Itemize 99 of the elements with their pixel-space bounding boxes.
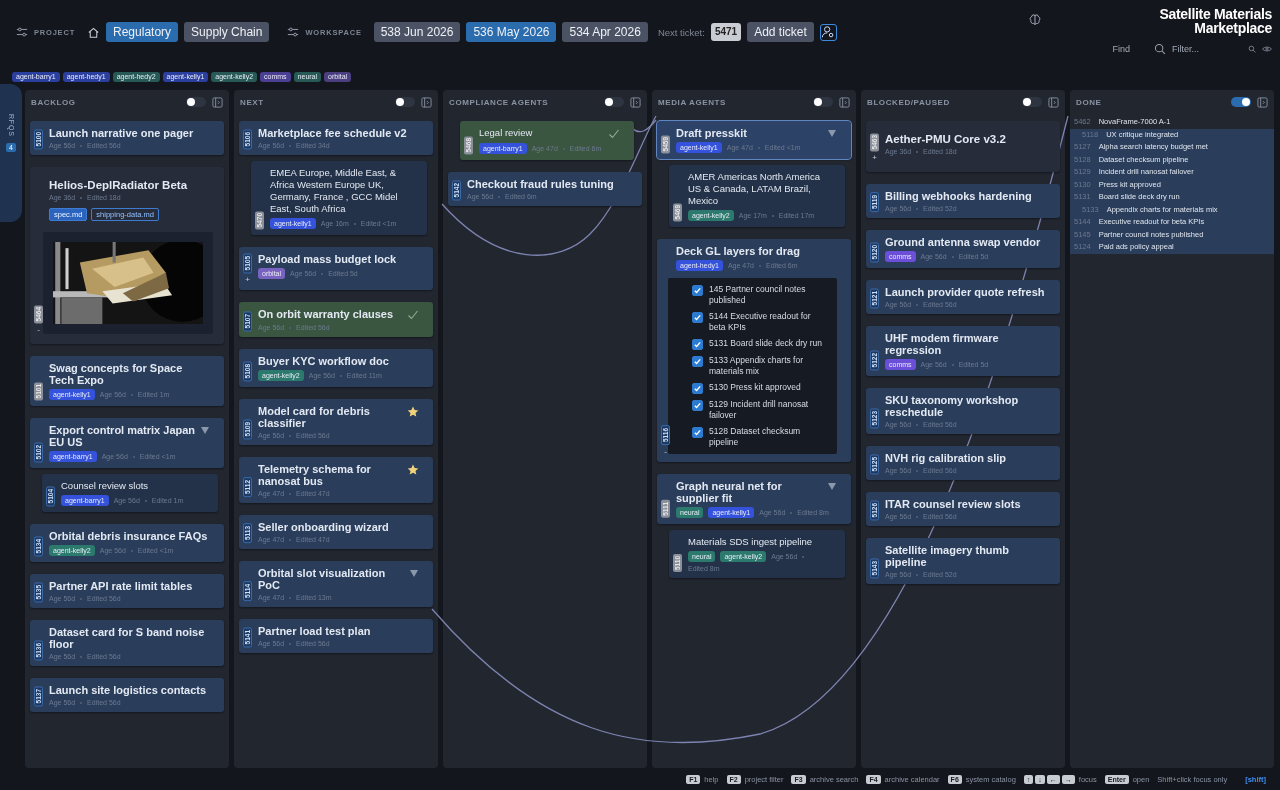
ticket-title: Aether-PMU Core v3.2 — [885, 133, 1007, 145]
ticket-title: Orbital debris insurance FAQs — [49, 530, 209, 542]
checkbox[interactable] — [692, 312, 703, 323]
column-title: MEDIA AGENTS — [658, 97, 727, 107]
collapse-icon[interactable] — [1257, 96, 1268, 108]
collapse-icon[interactable] — [212, 96, 223, 108]
column-title: BLOCKED/PAUSED — [867, 97, 951, 107]
caret-icon[interactable] — [827, 481, 837, 491]
next-ticket-label: Next ticket: — [657, 26, 705, 38]
collapse-icon[interactable] — [839, 96, 850, 108]
collapse-icon[interactable] — [630, 96, 641, 108]
column-title: BACKLOG — [31, 97, 77, 107]
column-title: COMPLIANCE AGENTS — [449, 97, 550, 107]
ticket-title: Ground antenna swap vendor — [885, 236, 1042, 249]
checklist-item: 5144 Executive readout for beta KPIs — [709, 311, 812, 333]
ticket-title: Draft presskit — [676, 127, 748, 139]
ticket-title: Materials SDS ingest pipeline — [688, 536, 814, 548]
checklist-item: 5128 Dataset checksum pipeline — [709, 426, 802, 448]
ticket-title: UHF modem firmware regression — [885, 332, 1000, 357]
toggle-switch[interactable] — [1022, 97, 1042, 107]
eye-icon[interactable] — [1262, 45, 1272, 53]
caret-icon[interactable] — [200, 425, 210, 435]
workspace-button[interactable]: 538 Jun 2026 — [373, 22, 461, 42]
expand-toggle[interactable]: - — [664, 448, 667, 456]
collapse-icon[interactable] — [421, 96, 432, 108]
checklist-item: 5130 Press kit approved — [709, 382, 801, 393]
ticket-title: Partner API rate limit tables — [49, 580, 194, 592]
app-title: Satellite Materials Marketplace — [1158, 7, 1272, 35]
checkbox[interactable] — [692, 400, 703, 411]
home-icon[interactable] — [87, 25, 101, 39]
next-ticket-number: 5471 — [710, 23, 742, 41]
checkbox[interactable] — [692, 383, 703, 394]
ticket-title: Launch narrative one pager — [49, 127, 195, 139]
project-button[interactable]: Regulatory — [106, 22, 179, 42]
project-button[interactable]: Supply Chain — [184, 22, 270, 42]
ticket-title: Graph neural net for supplier fit — [676, 480, 783, 504]
workspace-button[interactable]: 536 May 2026 — [466, 22, 557, 42]
ticket-title: Helios-DeplRadiator Beta — [49, 179, 189, 191]
ticket-title: Checkout fraud rules tuning — [467, 178, 615, 190]
user-settings-button[interactable] — [819, 23, 837, 41]
expand-toggle[interactable]: + — [245, 276, 250, 285]
ticket-title: Model card for debris classifier — [258, 405, 371, 430]
checklist-item: 5133 Appendix charts for materials mix — [709, 355, 805, 377]
collapse-icon[interactable] — [1048, 96, 1059, 108]
search-icon — [1154, 43, 1166, 55]
toggle-switch[interactable] — [395, 97, 415, 107]
ticket-title: Marketplace fee schedule v2 — [258, 127, 408, 139]
checkbox[interactable] — [692, 285, 703, 296]
ticket-title: NVH rig calibration slip — [885, 452, 1008, 465]
checklist-item: 5131 Board slide deck dry run — [709, 338, 822, 349]
filter-icon[interactable] — [16, 26, 28, 38]
ticket-title: Deck GL layers for drag — [676, 245, 801, 257]
ticket-title: Launch provider quote refresh — [885, 286, 1046, 299]
column-title: NEXT — [240, 97, 265, 107]
expand-toggle[interactable]: + — [872, 154, 877, 163]
brain-icon[interactable] — [1028, 13, 1043, 27]
check-icon — [608, 128, 620, 140]
ticket-title: Dataset card for S band noise floor — [49, 626, 206, 650]
workspace-button[interactable]: 534 Apr 2026 — [562, 22, 648, 42]
toggle-switch[interactable] — [813, 97, 833, 107]
ticket-title: SKU taxonomy workshop reschedule — [885, 394, 1020, 419]
ticket-title: Seller onboarding wizard — [258, 521, 390, 534]
ticket-title: Counsel review slots — [61, 480, 150, 492]
find-label: Find — [1112, 44, 1130, 54]
filter-field[interactable]: Filter... — [1172, 44, 1242, 54]
ticket-title: Buyer KYC workflow doc — [258, 355, 390, 368]
ticket-title: Telemetry schema for nanosat bus — [258, 463, 372, 488]
add-ticket-button[interactable]: Add ticket — [747, 22, 814, 42]
ticket-title: Launch site logistics contacts — [49, 684, 208, 696]
ticket-card[interactable] — [657, 239, 851, 462]
ticket-title: Satellite imagery thumb pipeline — [885, 544, 1011, 569]
check-icon — [407, 309, 419, 322]
ticket-title: Partner load test plan — [258, 625, 372, 638]
star-icon[interactable] — [407, 406, 419, 419]
checklist-item: 5129 Incident drill nanosat failover — [709, 399, 810, 421]
filter-icon[interactable] — [287, 26, 300, 38]
ticket-title: EMEA Europe, Middle East, & Africa Western Europe UK, Germany, France , GCC Midel East, South Africa — [270, 167, 399, 215]
ticket-title: Legal review — [479, 127, 534, 139]
toggle-switch[interactable] — [1231, 97, 1251, 107]
ticket-title: Payload mass budget lock — [258, 253, 398, 265]
checkbox[interactable] — [692, 339, 703, 350]
ticket-title: Billing webhooks hardening — [885, 190, 1033, 203]
ticket-title: AMER Americas North America US & Canada, LATAM Brazil, Mexico — [688, 171, 821, 207]
toggle-switch[interactable] — [604, 97, 624, 107]
checkbox[interactable] — [692, 427, 703, 438]
caret-icon[interactable] — [409, 568, 419, 579]
caret-icon[interactable] — [827, 128, 837, 138]
ticket-title: Orbital slot visualization PoC — [258, 567, 387, 592]
checkbox[interactable] — [692, 356, 703, 367]
ticket-title: Export control matrix Japan EU US — [49, 424, 196, 448]
ticket-title: Swag concepts for Space Tech Expo — [49, 362, 184, 386]
column-title: DONE — [1076, 97, 1103, 107]
checklist-item: 145 Partner council notes published — [709, 284, 807, 306]
star-icon[interactable] — [407, 464, 419, 477]
toggle-switch[interactable] — [186, 97, 206, 107]
ticket-title: On orbit warranty clauses — [258, 308, 395, 321]
expand-toggle[interactable]: - — [37, 326, 40, 334]
ticket-title: ITAR counsel review slots — [885, 498, 1022, 511]
search-icon[interactable] — [1248, 45, 1256, 53]
